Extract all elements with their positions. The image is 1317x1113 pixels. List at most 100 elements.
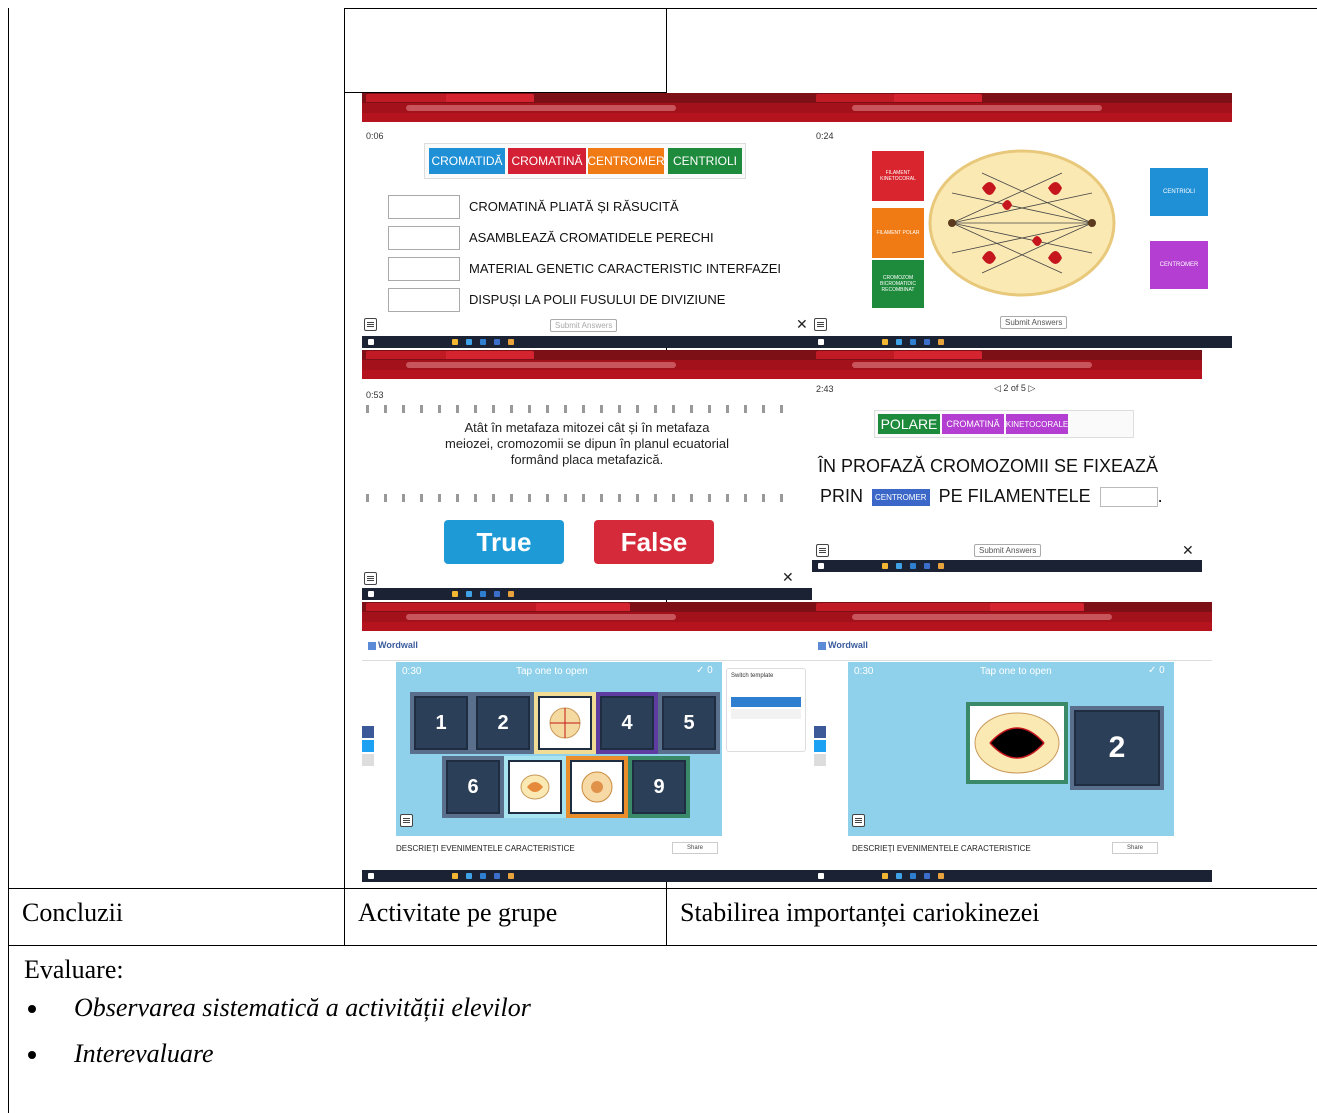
- app-icon[interactable]: [924, 339, 930, 345]
- tile-6[interactable]: 6: [442, 756, 504, 818]
- twitter-icon[interactable]: [814, 740, 826, 752]
- tile-image-cell[interactable]: [534, 692, 596, 754]
- app-icon[interactable]: [466, 591, 472, 597]
- app-icon[interactable]: [494, 873, 500, 879]
- drop-box[interactable]: [388, 226, 460, 250]
- app-icon[interactable]: [508, 591, 514, 597]
- facebook-icon[interactable]: [814, 726, 826, 738]
- app-icon[interactable]: [466, 873, 472, 879]
- prev-icon[interactable]: ◁: [994, 383, 1003, 393]
- app-icon[interactable]: [508, 873, 514, 879]
- share-button[interactable]: Share: [672, 842, 718, 854]
- windows-icon[interactable]: [818, 563, 824, 569]
- close-icon[interactable]: ✕: [796, 316, 808, 333]
- embed-icon[interactable]: [362, 754, 374, 766]
- tag-polare[interactable]: POLARE: [878, 414, 940, 434]
- app-icon[interactable]: [508, 339, 514, 345]
- next-icon[interactable]: ▷: [1026, 383, 1035, 393]
- blank-drop-box[interactable]: [1099, 487, 1158, 508]
- tile-5[interactable]: 5: [658, 692, 720, 754]
- app-icon[interactable]: [924, 873, 930, 879]
- app-icon[interactable]: [882, 563, 888, 569]
- tile-2[interactable]: 2: [472, 692, 534, 754]
- browser-tab: [816, 351, 900, 359]
- label-cromozom-bicromatidic[interactable]: CROMOZOM BICROMATIDIC RECOMBINAT: [872, 260, 924, 308]
- app-icon[interactable]: [452, 591, 458, 597]
- windows-icon[interactable]: [818, 339, 824, 345]
- app-icon[interactable]: [452, 339, 458, 345]
- label-centrioli[interactable]: CENTRIOLI: [1150, 168, 1208, 216]
- address-bar[interactable]: [852, 105, 1102, 111]
- true-button[interactable]: True: [444, 520, 564, 564]
- tile-9[interactable]: 9: [628, 756, 690, 818]
- app-icon[interactable]: [494, 591, 500, 597]
- close-icon[interactable]: ✕: [1182, 542, 1194, 559]
- app-icon[interactable]: [924, 563, 930, 569]
- address-bar[interactable]: [406, 614, 676, 620]
- menu-icon[interactable]: [364, 572, 377, 585]
- tile-image-nucleus[interactable]: [566, 756, 628, 818]
- drop-box[interactable]: [388, 257, 460, 281]
- app-icon[interactable]: [896, 339, 902, 345]
- menu-icon[interactable]: [852, 814, 865, 827]
- template-option[interactable]: [731, 709, 801, 719]
- app-icon[interactable]: [466, 339, 472, 345]
- address-bar[interactable]: [406, 105, 676, 111]
- app-icon[interactable]: [452, 873, 458, 879]
- drop-box[interactable]: [388, 195, 460, 219]
- address-bar[interactable]: [852, 614, 1112, 620]
- false-button[interactable]: False: [594, 520, 714, 564]
- menu-icon[interactable]: [364, 318, 377, 331]
- share-button[interactable]: Share: [1112, 842, 1158, 854]
- close-icon[interactable]: ✕: [782, 569, 794, 586]
- windows-icon[interactable]: [368, 339, 374, 345]
- wordwall-brand[interactable]: Wordwall: [378, 640, 418, 650]
- template-option[interactable]: [731, 697, 801, 707]
- embed-icon[interactable]: [814, 754, 826, 766]
- app-icon[interactable]: [896, 563, 902, 569]
- wordwall-brand[interactable]: Wordwall: [828, 640, 868, 650]
- address-bar[interactable]: [852, 362, 1092, 368]
- opened-tile-image[interactable]: [966, 702, 1068, 784]
- menu-icon[interactable]: [814, 318, 827, 331]
- app-icon[interactable]: [910, 873, 916, 879]
- label-centromer[interactable]: CENTROMER: [1150, 241, 1208, 289]
- tile-4[interactable]: 4: [596, 692, 658, 754]
- tile-image-chromosome[interactable]: [504, 756, 566, 818]
- submit-answers-button[interactable]: Submit Answers: [550, 319, 618, 332]
- tag-kinetocorale[interactable]: KINETOCORALE: [1006, 414, 1068, 434]
- label-filament-kinetocoral[interactable]: FILAMENT KINETOCORAL: [872, 151, 924, 201]
- app-icon[interactable]: [480, 873, 486, 879]
- app-icon[interactable]: [480, 591, 486, 597]
- app-icon[interactable]: [896, 873, 902, 879]
- tag-cromatida[interactable]: CROMATIDĂ: [429, 148, 505, 174]
- tag-centrioli[interactable]: CENTRIOLI: [668, 148, 742, 174]
- app-icon[interactable]: [938, 873, 944, 879]
- tag-cromatina[interactable]: CROMATINĂ: [942, 414, 1004, 434]
- submit-answers-button[interactable]: Submit Answers: [1000, 316, 1068, 329]
- windows-icon[interactable]: [368, 591, 374, 597]
- windows-icon[interactable]: [368, 873, 374, 879]
- menu-icon[interactable]: [400, 814, 413, 827]
- app-icon[interactable]: [910, 339, 916, 345]
- label-filament-polar[interactable]: FILAMENT POLAR: [872, 208, 924, 258]
- app-icon[interactable]: [480, 339, 486, 345]
- app-icon[interactable]: [910, 563, 916, 569]
- app-icon[interactable]: [882, 339, 888, 345]
- tag-centromer[interactable]: CENTROMER: [587, 148, 665, 174]
- submit-answers-button[interactable]: Submit Answers: [974, 544, 1042, 557]
- menu-icon[interactable]: [816, 544, 829, 557]
- tile-2[interactable]: 2: [1070, 706, 1164, 790]
- drop-box[interactable]: [388, 288, 460, 312]
- app-icon[interactable]: [494, 339, 500, 345]
- app-icon[interactable]: [938, 563, 944, 569]
- app-icon[interactable]: [882, 873, 888, 879]
- tile-1[interactable]: 1: [410, 692, 472, 754]
- address-bar[interactable]: [406, 362, 676, 368]
- tag-cromatina[interactable]: CROMATINĂ: [508, 148, 586, 174]
- twitter-icon[interactable]: [362, 740, 374, 752]
- chip-centromer[interactable]: CENTROMER: [872, 488, 930, 506]
- app-icon[interactable]: [938, 339, 944, 345]
- facebook-icon[interactable]: [362, 726, 374, 738]
- windows-icon[interactable]: [818, 873, 824, 879]
